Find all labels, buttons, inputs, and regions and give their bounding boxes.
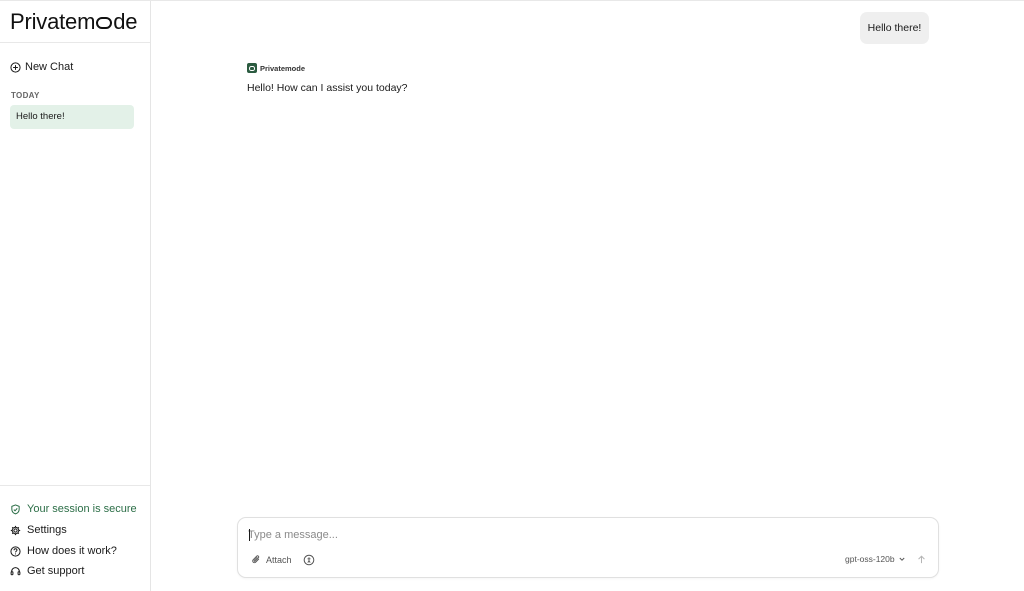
send-button[interactable] [916, 554, 927, 565]
divider [0, 42, 150, 43]
how-it-works-label: How does it work? [27, 545, 117, 557]
assistant-avatar-icon [247, 63, 257, 73]
app-window: Privatem de New Chat TODAY Hello there! Y… [0, 0, 1024, 591]
arrow-up-icon [916, 554, 927, 565]
section-label-today: TODAY [11, 91, 40, 100]
get-support-label: Get support [27, 565, 85, 577]
divider [0, 485, 150, 486]
logo-o-mark-icon [96, 17, 113, 29]
attach-label: Attach [266, 554, 292, 565]
shield-check-icon [10, 503, 21, 515]
brand-logo[interactable]: Privatem de [10, 9, 137, 35]
logo-text: Privatem [10, 9, 96, 34]
gear-icon [10, 525, 21, 536]
session-secure-label: Your session is secure [27, 503, 137, 515]
plus-circle-icon [10, 61, 21, 73]
settings-link[interactable]: Settings [10, 522, 67, 538]
model-selector[interactable]: gpt-oss-120b [845, 554, 906, 564]
model-name: gpt-oss-120b [845, 554, 895, 564]
headset-icon [10, 566, 21, 577]
attach-button[interactable]: Attach [251, 554, 292, 565]
message-composer: Attach gpt-oss-120b [237, 517, 939, 578]
logo-text-end: de [113, 9, 138, 34]
assistant-header: Privatemode [247, 63, 305, 73]
chevron-down-icon [898, 555, 906, 563]
new-chat-label: New Chat [25, 61, 74, 73]
text-caret [249, 529, 250, 541]
settings-label: Settings [27, 524, 67, 536]
session-secure-link[interactable]: Your session is secure [10, 501, 137, 517]
chat-history-item[interactable]: Hello there! [10, 105, 134, 129]
user-message-bubble: Hello there! [860, 12, 929, 44]
message-input[interactable] [248, 527, 928, 543]
info-circle-icon [303, 554, 315, 566]
sidebar: Privatem de New Chat TODAY Hello there! Y… [0, 1, 151, 591]
privacy-info-button[interactable] [303, 554, 315, 566]
paperclip-icon [251, 554, 262, 565]
how-it-works-link[interactable]: How does it work? [10, 543, 117, 559]
get-support-link[interactable]: Get support [10, 563, 84, 579]
assistant-message: Hello! How can I assist you today? [247, 82, 408, 94]
assistant-name: Privatemode [260, 63, 306, 73]
new-chat-button[interactable]: New Chat [10, 59, 73, 75]
question-circle-icon [10, 545, 21, 557]
